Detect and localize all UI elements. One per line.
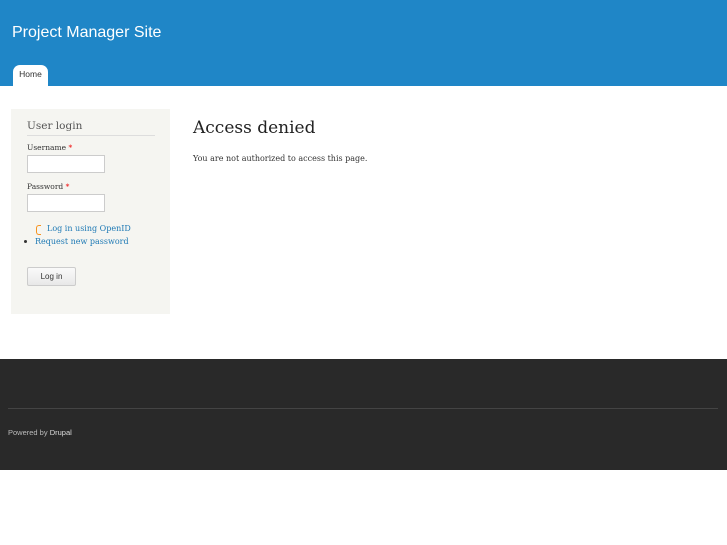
required-marker: * bbox=[65, 182, 70, 191]
tab-home[interactable]: Home bbox=[13, 65, 48, 86]
password-input[interactable] bbox=[27, 194, 105, 212]
bullet-icon bbox=[24, 240, 27, 243]
site-name-link[interactable]: Project Manager Site bbox=[12, 24, 161, 42]
footer: Powered by Drupal bbox=[0, 359, 727, 470]
openid-icon bbox=[36, 225, 41, 235]
powered-by-text: Powered by bbox=[8, 428, 48, 437]
login-button[interactable]: Log in bbox=[27, 267, 76, 286]
username-label-text: Username bbox=[27, 143, 67, 152]
user-login-block: User login Username * Password * Log in … bbox=[11, 109, 170, 314]
username-input[interactable] bbox=[27, 155, 105, 173]
block-title: User login bbox=[27, 120, 155, 136]
username-label: Username * bbox=[27, 143, 72, 152]
request-password-link[interactable]: Request new password bbox=[35, 237, 129, 246]
password-label-text: Password bbox=[27, 182, 64, 191]
required-marker: * bbox=[68, 143, 73, 152]
drupal-link[interactable]: Drupal bbox=[50, 428, 72, 437]
footer-divider bbox=[8, 408, 718, 409]
header: Project Manager Site Home bbox=[0, 0, 727, 86]
powered-by: Powered by Drupal bbox=[8, 428, 72, 437]
access-denied-message: You are not authorized to access this pa… bbox=[193, 154, 368, 163]
openid-login-link[interactable]: Log in using OpenID bbox=[47, 224, 131, 233]
page-title: Access denied bbox=[193, 118, 316, 138]
password-label: Password * bbox=[27, 182, 69, 191]
